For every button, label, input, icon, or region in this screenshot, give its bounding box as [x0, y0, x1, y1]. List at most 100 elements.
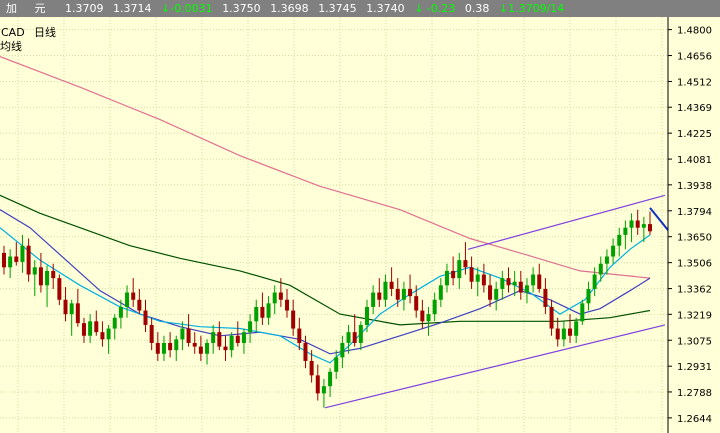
candle-down — [635, 220, 640, 228]
candle-down — [537, 274, 542, 289]
candle-down — [506, 278, 511, 286]
price-tick-label: 1.3794 — [677, 207, 712, 218]
candle-down — [278, 292, 283, 300]
candle-up — [334, 357, 339, 372]
candle-up — [106, 328, 111, 340]
candle-down — [38, 267, 43, 286]
candle-down — [14, 256, 19, 262]
candle-down — [408, 288, 413, 297]
candle-down — [131, 292, 136, 300]
down-arrow-icon: ↓ — [161, 2, 171, 15]
candle-up — [45, 270, 50, 286]
candle-down — [469, 267, 474, 282]
candle-up — [371, 292, 376, 307]
candle-down — [648, 224, 652, 232]
candle-down — [352, 332, 357, 343]
candle-up — [494, 288, 499, 300]
price-tick-label: 1.3650 — [677, 233, 712, 244]
candle-up — [531, 274, 536, 286]
quote-bar: 加 元 1.3709 1.3714 ↓-0.0031 1.3750 1.3698… — [0, 0, 720, 17]
candle-up — [592, 274, 597, 289]
candle-up — [611, 245, 616, 257]
candle-down — [315, 375, 320, 394]
candle-down — [235, 335, 240, 343]
quote-label-2: 元 — [34, 2, 46, 15]
candle-up — [444, 270, 449, 286]
candle-down — [488, 285, 493, 300]
ma-fast-line — [0, 227, 651, 364]
candle-up — [161, 342, 166, 354]
candle-up — [118, 306, 123, 318]
candle-down — [389, 281, 394, 289]
candle-up — [364, 306, 369, 325]
candle-down — [155, 342, 160, 354]
candles — [2, 209, 652, 408]
candle-up — [340, 342, 345, 358]
ma-mid-line — [0, 209, 651, 355]
price-tick-label: 1.4512 — [677, 77, 712, 88]
candle-up — [426, 314, 431, 322]
candle-down — [303, 342, 308, 361]
ma-legend-label: 均线 — [0, 39, 22, 53]
down-arrow-icon: ↓ — [498, 2, 509, 15]
candle-down — [26, 245, 31, 275]
candle-down — [198, 346, 203, 354]
candle-down — [186, 328, 191, 343]
candle-down — [309, 360, 314, 376]
candle-up — [69, 303, 74, 315]
candle-down — [94, 321, 99, 333]
candle-up — [617, 234, 622, 246]
candle-down — [149, 324, 154, 343]
price-tick-label: 1.3219 — [677, 310, 712, 321]
price-tick-label: 1.3362 — [677, 285, 712, 296]
price-tick-label: 1.2788 — [677, 388, 712, 399]
quote-volume: 0.38 — [464, 2, 490, 15]
quote-open: 1.3709 — [65, 2, 104, 15]
candle-down — [451, 270, 456, 279]
candle-down — [51, 270, 56, 279]
candle-up — [125, 292, 130, 307]
candle-down — [377, 292, 382, 300]
candle-up — [88, 321, 93, 336]
candle-up — [180, 328, 185, 340]
candle-down — [143, 310, 148, 325]
candle-down — [543, 288, 548, 307]
quote-value-1: 1.3750 — [222, 2, 261, 15]
quote-value-4: 1.3740 — [366, 2, 405, 15]
quote-label-1: 加 — [6, 2, 17, 15]
ma-slow-line — [0, 194, 651, 326]
candle-up — [623, 227, 628, 235]
candle-down — [2, 252, 6, 268]
price-tick-label: 1.2931 — [677, 362, 712, 373]
candle-up — [500, 278, 505, 289]
candle-up — [586, 288, 591, 304]
channel-upper-line — [467, 194, 666, 250]
candle-up — [401, 288, 406, 300]
candle-up — [438, 285, 443, 300]
candle-up — [598, 263, 603, 275]
price-tick-label: 1.3075 — [677, 336, 712, 347]
candle-up — [248, 321, 253, 333]
candle-up — [641, 224, 646, 228]
candle-down — [297, 328, 302, 343]
candle-up — [254, 306, 259, 322]
candle-up — [524, 285, 529, 293]
chart-window: 加 元 1.3709 1.3714 ↓-0.0031 1.3750 1.3698… — [0, 0, 720, 433]
down-arrow-icon: ↓ — [414, 2, 424, 15]
timeframe-label: 日线 — [34, 25, 56, 39]
price-tick-label: 1.3938 — [677, 181, 712, 192]
candle-up — [112, 317, 117, 329]
candle-up — [20, 245, 25, 262]
candle-down — [285, 299, 290, 311]
quote-value-2: 1.3698 — [270, 2, 309, 15]
candle-up — [358, 324, 363, 343]
candle-down — [75, 303, 80, 324]
quote-high: 1.3714 — [113, 2, 152, 15]
candle-down — [414, 296, 419, 311]
candle-down — [481, 274, 486, 286]
quote-percent: -0.23 — [426, 2, 456, 15]
quote-change: -0.0031 — [170, 2, 213, 15]
candle-down — [260, 306, 265, 318]
candle-down — [57, 278, 62, 300]
candle-down — [100, 332, 105, 340]
